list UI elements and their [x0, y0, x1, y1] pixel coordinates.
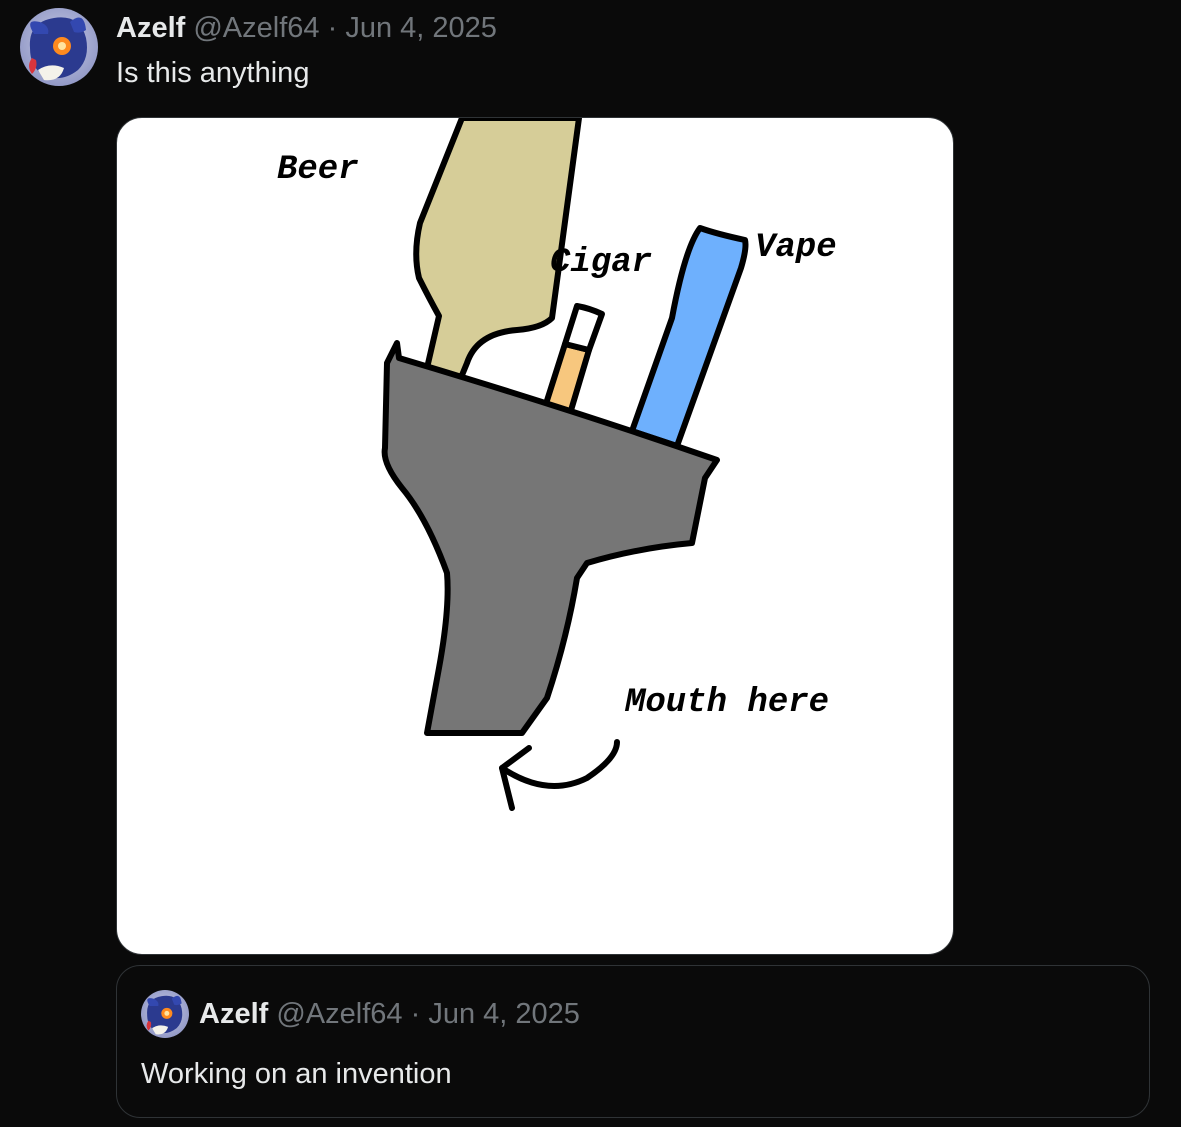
quoted-author-avatar[interactable] [141, 990, 189, 1038]
quoted-tweet-text: Working on an invention [141, 1058, 452, 1090]
header-separator: · [327, 12, 338, 44]
curved-arrow [499, 739, 620, 789]
tweet-header: Azelf @Azelf64 · Jun 4, 2025 [116, 10, 497, 46]
tweet: Azelf @Azelf64 · Jun 4, 2025 Is this any… [0, 0, 1181, 1127]
tweet-text: Is this anything [116, 57, 310, 89]
label-mouth-here: Mouth here [624, 684, 829, 722]
quoted-tweet-header: Azelf @Azelf64 · Jun 4, 2025 [199, 996, 580, 1032]
author-handle[interactable]: @Azelf64 [193, 12, 319, 44]
label-vape: Vape [755, 229, 837, 267]
quoted-tweet-date[interactable]: Jun 4, 2025 [428, 998, 580, 1030]
tweet-media-image[interactable]: Beer Cigar Vape Mouth here [116, 117, 954, 955]
label-cigar: Cigar [550, 244, 652, 282]
quoted-tweet[interactable]: Azelf @Azelf64 · Jun 4, 2025 Working on … [116, 965, 1150, 1118]
cigar-tip [562, 303, 605, 353]
invention-drawing: Beer Cigar Vape Mouth here [277, 118, 837, 811]
author-name[interactable]: Azelf [116, 12, 185, 44]
label-beer: Beer [277, 151, 359, 189]
tweet-date[interactable]: Jun 4, 2025 [345, 12, 497, 44]
azelf-avatar-icon [20, 8, 98, 86]
quoted-author-name[interactable]: Azelf [199, 998, 268, 1030]
quoted-header-separator: · [410, 998, 421, 1030]
azelf-avatar-icon [141, 990, 189, 1038]
author-avatar[interactable] [20, 8, 98, 86]
quoted-author-handle[interactable]: @Azelf64 [276, 998, 402, 1030]
